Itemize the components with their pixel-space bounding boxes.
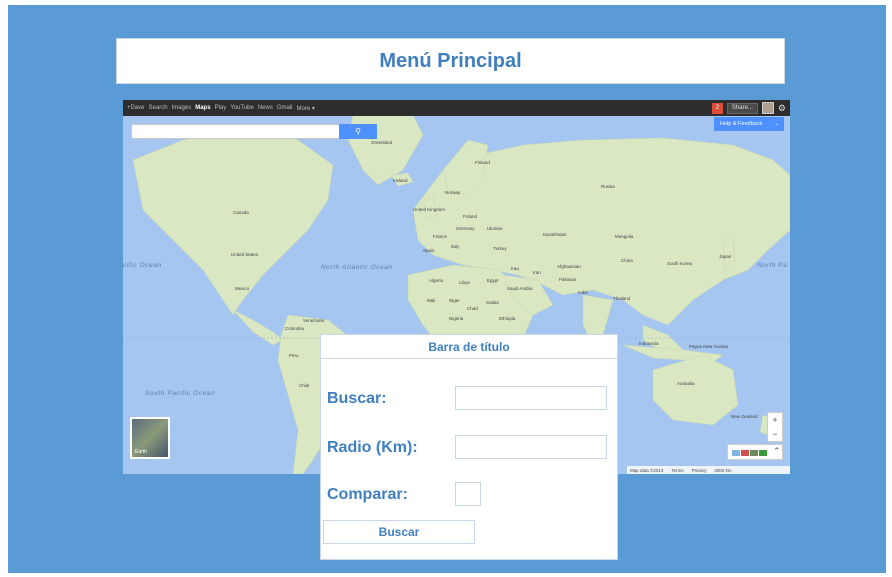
- country-label: India: [578, 290, 588, 295]
- country-label: Greenland: [371, 140, 393, 145]
- terms-link[interactable]: Terms: [671, 468, 683, 473]
- country-label: Italy: [451, 244, 460, 249]
- layer-swatch[interactable]: [732, 450, 740, 456]
- topbar-link[interactable]: Gmail: [277, 105, 293, 111]
- search-icon: ⚲: [355, 127, 361, 136]
- map-footer: Map data ©2013 Terms Privacy 2000 km: [627, 466, 790, 474]
- country-label: Pakistan: [559, 277, 577, 282]
- country-label: Norway: [445, 190, 461, 195]
- topbar-link[interactable]: Play: [215, 105, 227, 111]
- buscar-label: Buscar:: [327, 390, 387, 407]
- country-label: Egypt: [487, 278, 499, 283]
- help-feedback-button[interactable]: Help & Feedback ⌄: [714, 117, 784, 131]
- country-label: Afghanistan: [557, 264, 581, 269]
- topbar-link[interactable]: +Dave: [127, 105, 145, 111]
- comparar-checkbox[interactable]: [455, 482, 481, 506]
- country-label: Mongolia: [615, 234, 634, 239]
- buscar-button[interactable]: Buscar: [323, 520, 475, 544]
- country-label: Colombia: [285, 326, 305, 331]
- scale-label: 2000 km: [714, 467, 732, 473]
- country-label: Mexico: [235, 286, 250, 291]
- country-label: New Zealand: [731, 414, 758, 419]
- share-button[interactable]: Share...: [726, 102, 758, 114]
- country-label: Thailand: [613, 296, 631, 301]
- chevron-down-icon: ⌄: [774, 121, 779, 127]
- country-label: Indonesia: [639, 341, 659, 346]
- google-top-bar: +Dave Search Images Maps Play YouTube Ne…: [123, 100, 790, 116]
- country-label: Australia: [677, 381, 695, 386]
- country-label: Venezuela: [303, 318, 325, 323]
- country-label: Libya: [459, 280, 470, 285]
- country-label: Chad: [467, 306, 478, 311]
- notification-badge[interactable]: 2: [711, 102, 723, 114]
- country-label: China: [621, 258, 633, 263]
- search-dialog: Barra de título Buscar: Radio (Km): Comp…: [320, 334, 618, 560]
- country-label: Ethiopia: [499, 316, 516, 321]
- country-label: Finland: [475, 160, 490, 165]
- layer-swatch[interactable]: [741, 450, 749, 456]
- radio-label: Radio (Km):: [327, 439, 418, 456]
- map-search-button[interactable]: ⚲: [339, 124, 377, 139]
- ocean-label: cific Ocean: [123, 262, 162, 269]
- layer-swatch[interactable]: [750, 450, 758, 456]
- radio-km-input[interactable]: [455, 435, 607, 459]
- country-label: Iceland: [393, 178, 408, 183]
- country-label: Papua New Guinea: [689, 344, 729, 349]
- country-label: Japan: [719, 254, 732, 259]
- country-label: Ukraine: [487, 226, 503, 231]
- country-label: Sudan: [486, 300, 500, 305]
- ocean-label: North Atlantic Ocean: [321, 264, 393, 271]
- topbar-link-active[interactable]: Maps: [195, 105, 210, 111]
- country-label: Iran: [533, 270, 541, 275]
- topbar-right: 2 Share... ⚙: [711, 102, 786, 114]
- gear-icon[interactable]: ⚙: [778, 103, 786, 114]
- country-label: Poland: [463, 214, 478, 219]
- zoom-out-button[interactable]: −: [772, 429, 777, 439]
- country-label: Iraq: [511, 266, 519, 271]
- topbar-link[interactable]: YouTube: [230, 105, 254, 111]
- map-data-credit: Map data ©2013: [630, 467, 664, 473]
- map-layers-control[interactable]: ⌃: [727, 444, 783, 460]
- country-label: Spain: [423, 248, 435, 253]
- topbar-link[interactable]: News: [258, 105, 273, 111]
- ocean-label: North Pa: [757, 262, 788, 269]
- avatar[interactable]: [761, 102, 774, 114]
- country-label: France: [433, 234, 448, 239]
- ocean-label: South Pacific Ocean: [145, 390, 216, 397]
- country-label: Canada: [233, 210, 249, 215]
- topbar-link[interactable]: Images: [172, 105, 192, 111]
- topbar-link[interactable]: Search: [149, 105, 168, 111]
- country-label: Russia: [601, 184, 615, 189]
- dialog-title-bar: Barra de título: [321, 335, 617, 359]
- privacy-link[interactable]: Privacy: [692, 468, 707, 473]
- country-label: Niger: [449, 298, 460, 303]
- zoom-control: + −: [767, 412, 783, 442]
- buscar-input[interactable]: [455, 386, 607, 410]
- help-feedback-label: Help & Feedback: [720, 121, 763, 127]
- country-label: United Kingdom: [413, 207, 446, 212]
- country-label: Peru: [289, 353, 299, 358]
- page-title: Menú Principal: [116, 38, 785, 84]
- layer-swatch[interactable]: [759, 450, 767, 456]
- country-label: Germany: [456, 226, 475, 231]
- country-label: South Korea: [667, 261, 693, 266]
- country-label: Chile: [299, 383, 310, 388]
- earth-label: Earth: [135, 449, 147, 455]
- comparar-label: Comparar:: [327, 486, 408, 503]
- topbar-link[interactable]: More ▾: [297, 105, 315, 112]
- country-label: Algeria: [429, 278, 444, 283]
- earth-view-toggle[interactable]: Earth: [130, 417, 170, 459]
- country-label: Saudi Arabia: [507, 286, 533, 291]
- country-label: Turkey: [493, 246, 507, 251]
- country-label: Mali: [427, 298, 436, 303]
- country-label: Kazakhstan: [543, 232, 567, 237]
- country-label: Nigeria: [449, 316, 464, 321]
- country-label: United States: [231, 252, 259, 257]
- zoom-in-button[interactable]: +: [772, 415, 777, 425]
- expand-icon[interactable]: ⌃: [773, 446, 781, 457]
